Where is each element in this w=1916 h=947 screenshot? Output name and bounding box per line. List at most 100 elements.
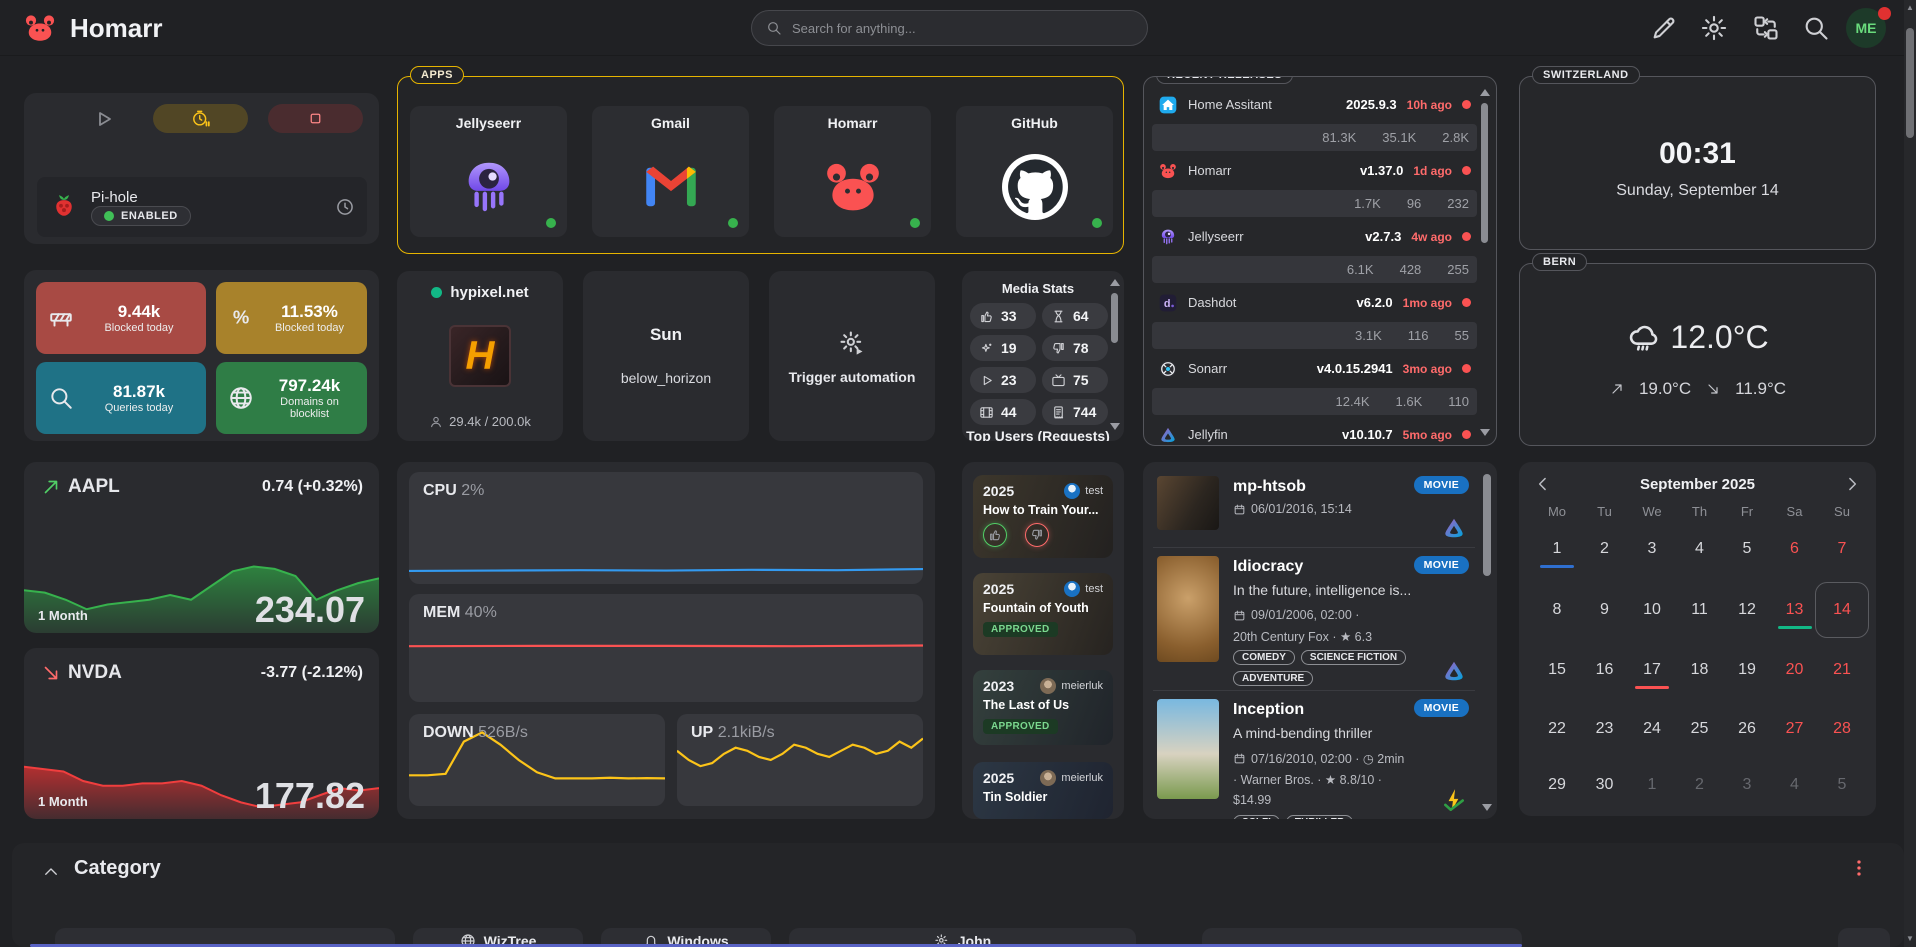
calendar-day[interactable]: 1 bbox=[1628, 768, 1676, 802]
calendar-day[interactable]: 30 bbox=[1581, 768, 1629, 802]
partial-app-card[interactable] bbox=[1838, 928, 1890, 947]
calendar-day[interactable]: 17 bbox=[1628, 653, 1676, 687]
calendar-day[interactable]: 9 bbox=[1581, 593, 1629, 627]
calendar-day[interactable]: 5 bbox=[1818, 768, 1866, 802]
releases-scrollbar[interactable] bbox=[1481, 103, 1488, 243]
app-card-github[interactable]: GitHub bbox=[956, 106, 1113, 237]
media-request-card[interactable]: 2023 meierluk The Last of Us APPROVED bbox=[973, 670, 1113, 745]
pause-timer-button[interactable] bbox=[153, 104, 248, 133]
category-collapse-icon[interactable] bbox=[42, 863, 60, 881]
calendar-day[interactable]: 1 bbox=[1533, 532, 1581, 566]
calendar-day[interactable]: 19 bbox=[1723, 653, 1771, 687]
archive-icon bbox=[1182, 197, 1196, 211]
app-card-gmail[interactable]: Gmail bbox=[592, 106, 749, 237]
calendar-day[interactable]: 3 bbox=[1723, 768, 1771, 802]
media-item-row[interactable]: Inception MOVIEA mind-bending thriller07… bbox=[1153, 693, 1475, 819]
calendar-day[interactable]: 6 bbox=[1771, 532, 1819, 566]
media-item-row[interactable]: Idiocracy MOVIEIn the future, intelligen… bbox=[1153, 550, 1475, 690]
search-button-icon[interactable] bbox=[1802, 14, 1830, 42]
media-server-scrollbar[interactable] bbox=[1483, 474, 1491, 576]
decline-button[interactable] bbox=[1025, 523, 1049, 547]
scroll-down-arrow[interactable] bbox=[1482, 804, 1492, 811]
search-input[interactable] bbox=[792, 21, 1133, 36]
edit-mode-icon[interactable] bbox=[1650, 14, 1678, 42]
app-card-jellyseerr[interactable]: Jellyseerr bbox=[410, 106, 567, 237]
release-row[interactable]: Home Assitant 2025.9.3 10h ago bbox=[1152, 91, 1477, 118]
calendar-dayname: Fr bbox=[1723, 504, 1771, 519]
scroll-down-arrow[interactable] bbox=[1480, 429, 1490, 436]
fork-icon bbox=[1204, 131, 1218, 145]
release-row[interactable]: Sonarr v4.0.15.2941 3mo ago bbox=[1152, 355, 1477, 382]
issues-icon bbox=[1429, 197, 1443, 211]
calendar-day[interactable]: 2 bbox=[1676, 768, 1724, 802]
app-logo[interactable]: Homarr bbox=[22, 10, 162, 46]
calendar-day[interactable]: 8 bbox=[1533, 593, 1581, 627]
global-search[interactable] bbox=[751, 10, 1148, 46]
calendar-day[interactable]: 18 bbox=[1676, 653, 1724, 687]
disable-all-button[interactable] bbox=[268, 104, 363, 133]
calendar-next-button[interactable] bbox=[1842, 474, 1862, 494]
calendar-day[interactable]: 23 bbox=[1581, 712, 1629, 746]
issues-icon bbox=[1424, 131, 1438, 145]
stock-widget-nvda[interactable]: NVDA -3.77 (-2.12%) 1 Month 177.82 bbox=[24, 648, 379, 819]
app-card-homarr[interactable]: Homarr bbox=[774, 106, 931, 237]
media-request-card[interactable]: 2025 test How to Train Your... bbox=[973, 475, 1113, 558]
calendar-day[interactable]: 29 bbox=[1533, 768, 1581, 802]
calendar-day[interactable]: 13 bbox=[1771, 593, 1819, 627]
hourglass-icon bbox=[1051, 309, 1066, 324]
release-row[interactable]: d Dashdot v6.2.0 1mo ago bbox=[1152, 289, 1477, 316]
page-scrollbar[interactable]: ▲ ▼ bbox=[1904, 0, 1916, 947]
media-stats-scrollbar[interactable] bbox=[1111, 293, 1118, 343]
calendar-day[interactable]: 3 bbox=[1628, 532, 1676, 566]
release-version: 2025.9.3 bbox=[1346, 97, 1397, 112]
pihole-instance-row[interactable]: Pi-hole ENABLED bbox=[37, 177, 367, 237]
settings-icon[interactable] bbox=[1700, 14, 1728, 42]
calendar-day[interactable]: 25 bbox=[1676, 712, 1724, 746]
calendar-day[interactable]: 26 bbox=[1723, 712, 1771, 746]
approve-button[interactable] bbox=[983, 523, 1007, 547]
release-row[interactable]: Jellyfin v10.10.7 5mo ago bbox=[1152, 421, 1477, 446]
calendar-day[interactable]: 7 bbox=[1818, 532, 1866, 566]
scroll-up-arrow[interactable] bbox=[1110, 279, 1120, 286]
minecraft-server-widget[interactable]: hypixel.net H 29.4k / 200.0k bbox=[397, 271, 563, 441]
media-request-card[interactable]: 2025 meierluk Tin Soldier bbox=[973, 762, 1113, 819]
stock-price: 177.82 bbox=[255, 775, 365, 817]
release-version: v10.10.7 bbox=[1342, 427, 1393, 442]
release-row[interactable]: Homarr v1.37.0 1d ago bbox=[1152, 157, 1477, 184]
calendar-day[interactable]: 20 bbox=[1771, 653, 1819, 687]
trend-up-icon bbox=[40, 476, 62, 498]
calendar-day[interactable]: 2 bbox=[1581, 532, 1629, 566]
scrollbar-down-arrow[interactable]: ▼ bbox=[1906, 935, 1914, 943]
schedule-icon[interactable] bbox=[335, 197, 355, 217]
calendar-day[interactable]: 27 bbox=[1771, 712, 1819, 746]
automation-trigger-widget[interactable]: Trigger automation bbox=[769, 271, 935, 441]
calendar-day[interactable]: 16 bbox=[1581, 653, 1629, 687]
scroll-down-arrow[interactable] bbox=[1110, 423, 1120, 430]
calendar-day[interactable]: 24 bbox=[1628, 712, 1676, 746]
scroll-up-arrow[interactable] bbox=[1480, 89, 1490, 96]
media-item-row[interactable]: mp-htsob MOVIE06/01/2016, 15:14 bbox=[1153, 470, 1475, 547]
scrollbar-thumb[interactable] bbox=[1906, 28, 1914, 138]
calendar-day[interactable]: 5 bbox=[1723, 532, 1771, 566]
calendar-day[interactable]: 12 bbox=[1723, 593, 1771, 627]
calendar-day[interactable]: 10 bbox=[1628, 593, 1676, 627]
calendar-day[interactable]: 4 bbox=[1771, 768, 1819, 802]
pihole-stats-widget: 9.44k Blocked today % 11.53% Blocked tod… bbox=[24, 270, 379, 441]
category-menu-icon[interactable] bbox=[1850, 857, 1868, 879]
calendar-day[interactable]: 22 bbox=[1533, 712, 1581, 746]
media-server-widget: mp-htsob MOVIE06/01/2016, 15:14 Idiocrac… bbox=[1143, 462, 1497, 819]
calendar-day[interactable]: 15 bbox=[1533, 653, 1581, 687]
enable-all-button[interactable] bbox=[92, 107, 116, 131]
stock-symbol: AAPL bbox=[68, 476, 120, 498]
scrollbar-up-arrow[interactable]: ▲ bbox=[1906, 4, 1914, 12]
stock-widget-aapl[interactable]: AAPL 0.74 (+0.32%) 1 Month 234.07 bbox=[24, 462, 379, 633]
calendar-day[interactable]: 28 bbox=[1818, 712, 1866, 746]
calendar-day[interactable]: 21 bbox=[1818, 653, 1866, 687]
media-request-card[interactable]: 2025 test Fountain of Youth APPROVED bbox=[973, 573, 1113, 655]
request-title: How to Train Your... bbox=[983, 503, 1103, 517]
release-age: 10h ago bbox=[1407, 98, 1452, 112]
calendar-day[interactable]: 4 bbox=[1676, 532, 1724, 566]
calendar-day[interactable]: 11 bbox=[1676, 593, 1724, 627]
board-switch-icon[interactable] bbox=[1752, 14, 1780, 42]
release-row[interactable]: Jellyseerr v2.7.3 4w ago bbox=[1152, 223, 1477, 250]
